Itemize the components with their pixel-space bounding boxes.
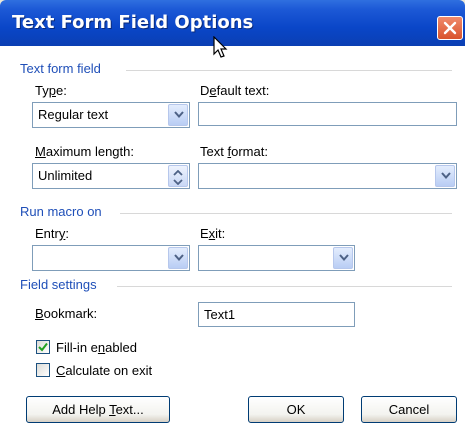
exit-macro-select[interactable] — [198, 245, 355, 271]
section-field-settings: Field settings — [20, 277, 97, 292]
mouse-cursor-icon — [213, 36, 228, 58]
cancel-button[interactable]: Cancel — [361, 396, 457, 423]
dialog-body: Text form field Type: Regular text Defau… — [0, 46, 465, 425]
add-help-text-button[interactable]: Add Help Text... — [26, 396, 170, 423]
default-text-label: Default text: — [200, 83, 270, 98]
bookmark-label: Bookmark: — [35, 306, 98, 321]
ok-button[interactable]: OK — [248, 396, 344, 423]
fill-in-enabled-label[interactable]: Fill-in enabled — [56, 340, 137, 355]
text-format-select[interactable] — [198, 163, 457, 189]
default-text-input[interactable] — [198, 102, 457, 126]
title-bar[interactable]: Text Form Field Options — [0, 0, 465, 46]
type-select-value: Regular text — [38, 107, 109, 122]
dialog-title: Text Form Field Options — [12, 12, 254, 33]
exit-label: Exit: — [200, 226, 226, 241]
type-select[interactable]: Regular text — [32, 102, 190, 128]
exit-dropdown-button[interactable] — [333, 247, 353, 269]
close-button[interactable] — [437, 16, 463, 40]
checkmark-icon — [38, 342, 48, 352]
type-select-dropdown-button[interactable] — [168, 104, 188, 126]
section-divider — [117, 286, 452, 287]
section-run-macro-on: Run macro on — [20, 204, 102, 219]
close-icon — [443, 21, 457, 35]
fill-in-enabled-checkbox[interactable] — [36, 340, 50, 354]
type-label: Type: — [35, 83, 67, 98]
max-length-value: Unlimited — [38, 168, 93, 183]
bookmark-input[interactable]: Text1 — [198, 302, 355, 327]
max-length-label: Maximum length: — [35, 144, 134, 159]
entry-dropdown-button[interactable] — [168, 247, 188, 269]
calculate-on-exit-checkbox[interactable] — [36, 363, 50, 377]
section-divider — [120, 213, 452, 214]
entry-macro-select[interactable] — [32, 245, 190, 271]
chevron-down-icon — [174, 254, 184, 262]
calculate-on-exit-label[interactable]: Calculate on exit — [56, 363, 152, 378]
chevron-down-icon — [174, 111, 184, 119]
text-format-dropdown-button[interactable] — [435, 165, 455, 187]
spinner-arrows-icon[interactable] — [168, 165, 188, 187]
section-divider — [126, 70, 452, 71]
bookmark-value: Text1 — [204, 307, 236, 322]
text-format-label: Text format: — [200, 144, 268, 159]
chevron-down-icon — [441, 172, 451, 180]
section-text-form-field: Text form field — [20, 61, 101, 76]
entry-label: Entry: — [35, 226, 69, 241]
max-length-spinner[interactable]: Unlimited — [32, 163, 190, 189]
chevron-down-icon — [339, 254, 349, 262]
